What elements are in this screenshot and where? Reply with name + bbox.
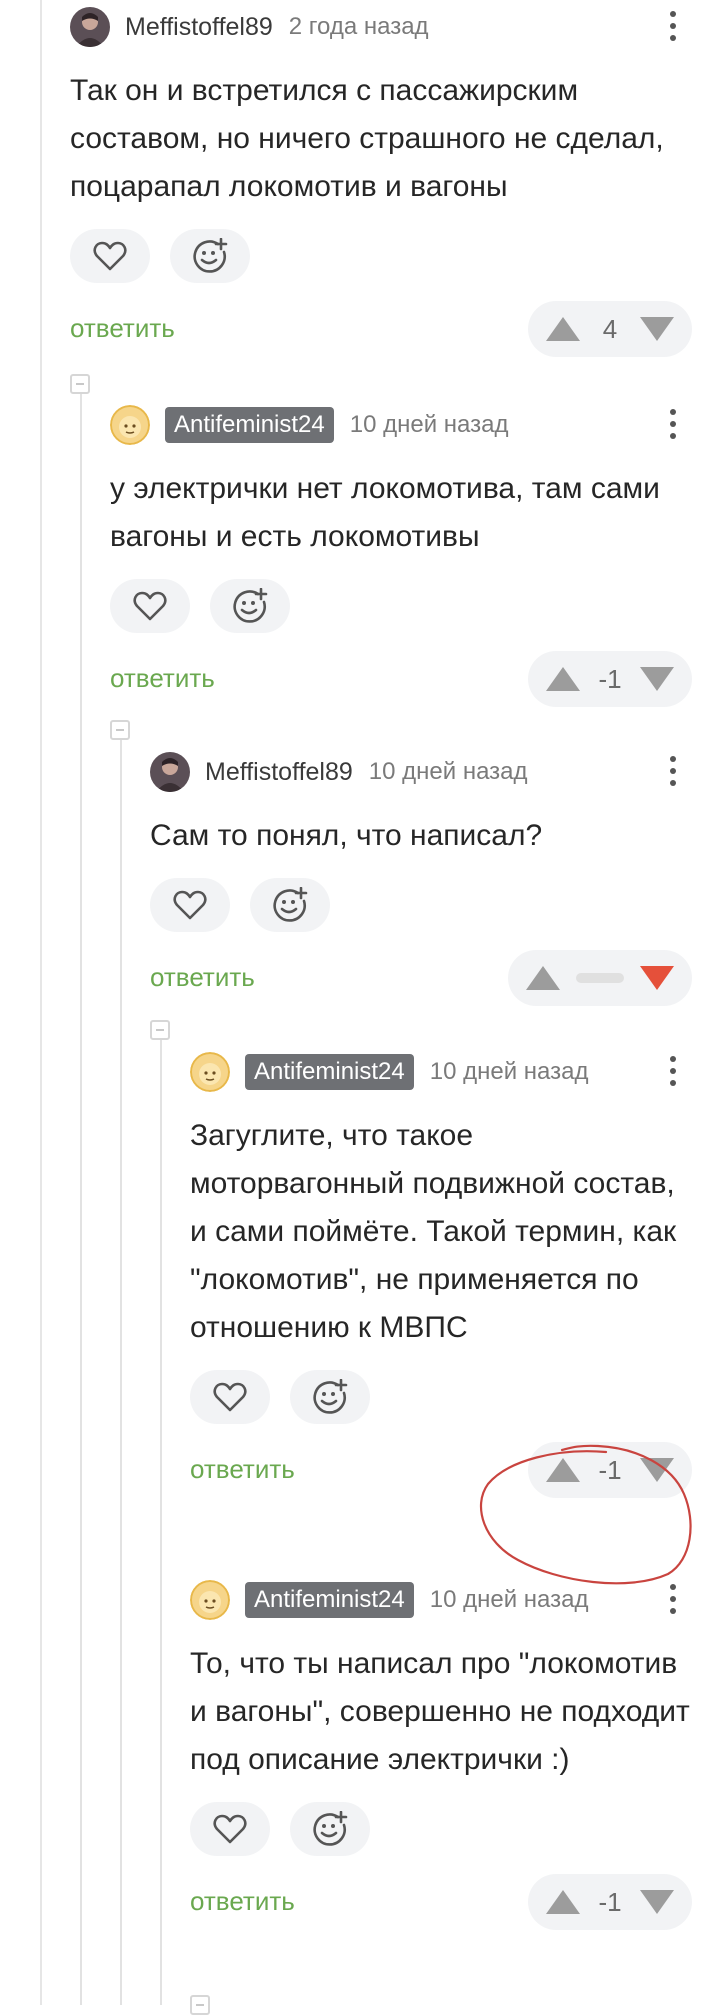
more-options-icon[interactable] (670, 756, 676, 788)
add-reaction-button[interactable] (170, 229, 250, 283)
comment-footer: ответить -1 (110, 651, 692, 707)
downvote-icon[interactable] (640, 1890, 674, 1914)
rating-control (508, 950, 692, 1006)
thread-line-1 (80, 384, 82, 2005)
comment-header: Meffistoffel89 10 дней назад (150, 750, 692, 794)
avatar[interactable] (70, 7, 110, 47)
rating-score: -1 (598, 1454, 622, 1485)
upvote-icon[interactable] (546, 1458, 580, 1482)
rating-score: -1 (598, 1886, 622, 1917)
more-options-icon[interactable] (670, 11, 676, 43)
comment: Meffistoffel89 2 года назад Так он и вст… (70, 5, 692, 357)
author-name[interactable]: Antifeminist24 (245, 1582, 414, 1618)
comment-header: Antifeminist24 10 дней назад (190, 1050, 692, 1094)
add-emoji-icon (313, 1811, 348, 1846)
downvote-icon[interactable] (640, 317, 674, 341)
rating-control: 4 (528, 301, 692, 357)
add-emoji-icon (313, 1379, 348, 1414)
avatar[interactable] (190, 1052, 230, 1092)
like-button[interactable] (190, 1370, 270, 1424)
collapse-toggle[interactable] (110, 720, 130, 740)
comment-footer: ответить -1 (190, 1874, 692, 1930)
heart-icon (213, 1814, 247, 1844)
heart-icon (133, 591, 167, 621)
timestamp[interactable]: 10 дней назад (430, 1058, 589, 1086)
comment-footer: ответить (150, 950, 692, 1006)
heart-icon (213, 1382, 247, 1412)
comment-actions (150, 878, 692, 932)
add-reaction-button[interactable] (290, 1370, 370, 1424)
downvote-icon[interactable] (640, 1458, 674, 1482)
rating-hidden-placeholder (576, 973, 624, 983)
collapse-toggle[interactable] (190, 1995, 210, 2015)
comment: Antifeminist24 10 дней назад Загуглите, … (190, 1050, 692, 1498)
timestamp[interactable]: 10 дней назад (430, 1586, 589, 1614)
more-options-icon[interactable] (670, 1584, 676, 1616)
avatar[interactable] (190, 1580, 230, 1620)
comment-text: То, что ты написал про "локомотив и ваго… (190, 1647, 690, 1776)
comment-header: Antifeminist24 10 дней назад (190, 1578, 692, 1622)
add-emoji-icon (273, 887, 308, 922)
heart-icon (93, 241, 127, 271)
comment-actions (190, 1802, 692, 1856)
like-button[interactable] (150, 878, 230, 932)
reply-link[interactable]: ответить (70, 313, 175, 344)
comment-actions (190, 1370, 692, 1424)
collapse-toggle[interactable] (70, 374, 90, 394)
author-name[interactable]: Meffistoffel89 (125, 13, 273, 42)
comment-actions (110, 579, 692, 633)
comment-text: Загуглите, что такое моторвагонный подви… (190, 1119, 677, 1344)
thread-line-3 (160, 1030, 162, 2005)
rating-score: -1 (598, 663, 622, 694)
upvote-icon[interactable] (546, 317, 580, 341)
reply-link[interactable]: ответить (190, 1886, 295, 1917)
avatar[interactable] (150, 752, 190, 792)
like-button[interactable] (70, 229, 150, 283)
rating-control: -1 (528, 651, 692, 707)
comment: Meffistoffel89 10 дней назад Сам то поня… (150, 750, 692, 1006)
avatar[interactable] (110, 405, 150, 445)
author-name[interactable]: Meffistoffel89 (205, 758, 353, 787)
add-reaction-button[interactable] (210, 579, 290, 633)
timestamp[interactable]: 2 года назад (289, 13, 429, 41)
reply-link[interactable]: ответить (190, 1454, 295, 1485)
comment-text: Сам то понял, что написал? (150, 819, 543, 852)
thread-line-2 (120, 730, 122, 2005)
downvote-icon[interactable] (640, 667, 674, 691)
add-reaction-button[interactable] (290, 1802, 370, 1856)
upvote-icon[interactable] (526, 966, 560, 990)
heart-icon (173, 890, 207, 920)
add-emoji-icon (233, 588, 268, 623)
add-reaction-button[interactable] (250, 878, 330, 932)
comment-text: у электрички нет локомотива, там сами ва… (110, 472, 660, 553)
add-emoji-icon (193, 238, 228, 273)
reply-link[interactable]: ответить (110, 663, 215, 694)
reply-link[interactable]: ответить (150, 962, 255, 993)
comment: Antifeminist24 10 дней назад у электричк… (110, 403, 692, 707)
author-name[interactable]: Antifeminist24 (245, 1054, 414, 1090)
like-button[interactable] (190, 1802, 270, 1856)
comment-actions (70, 229, 692, 283)
upvote-icon[interactable] (546, 667, 580, 691)
downvote-icon[interactable] (640, 966, 674, 990)
comment-text: Так он и встретился с пассажирским соста… (70, 74, 664, 203)
timestamp[interactable]: 10 дней назад (350, 411, 509, 439)
more-options-icon[interactable] (670, 409, 676, 441)
collapse-toggle[interactable] (150, 1020, 170, 1040)
more-options-icon[interactable] (670, 1056, 676, 1088)
rating-control: -1 (528, 1442, 692, 1498)
left-frame (0, 0, 42, 2005)
comment-footer: ответить 4 (70, 301, 692, 357)
comment: Antifeminist24 10 дней назад То, что ты … (190, 1578, 692, 1930)
upvote-icon[interactable] (546, 1890, 580, 1914)
timestamp[interactable]: 10 дней назад (369, 758, 528, 786)
like-button[interactable] (110, 579, 190, 633)
rating-control: -1 (528, 1874, 692, 1930)
comment-header: Antifeminist24 10 дней назад (110, 403, 692, 447)
rating-score: 4 (602, 313, 618, 344)
comment-header: Meffistoffel89 2 года назад (70, 5, 692, 49)
author-name[interactable]: Antifeminist24 (165, 407, 334, 443)
comment-footer: ответить -1 (190, 1442, 692, 1498)
